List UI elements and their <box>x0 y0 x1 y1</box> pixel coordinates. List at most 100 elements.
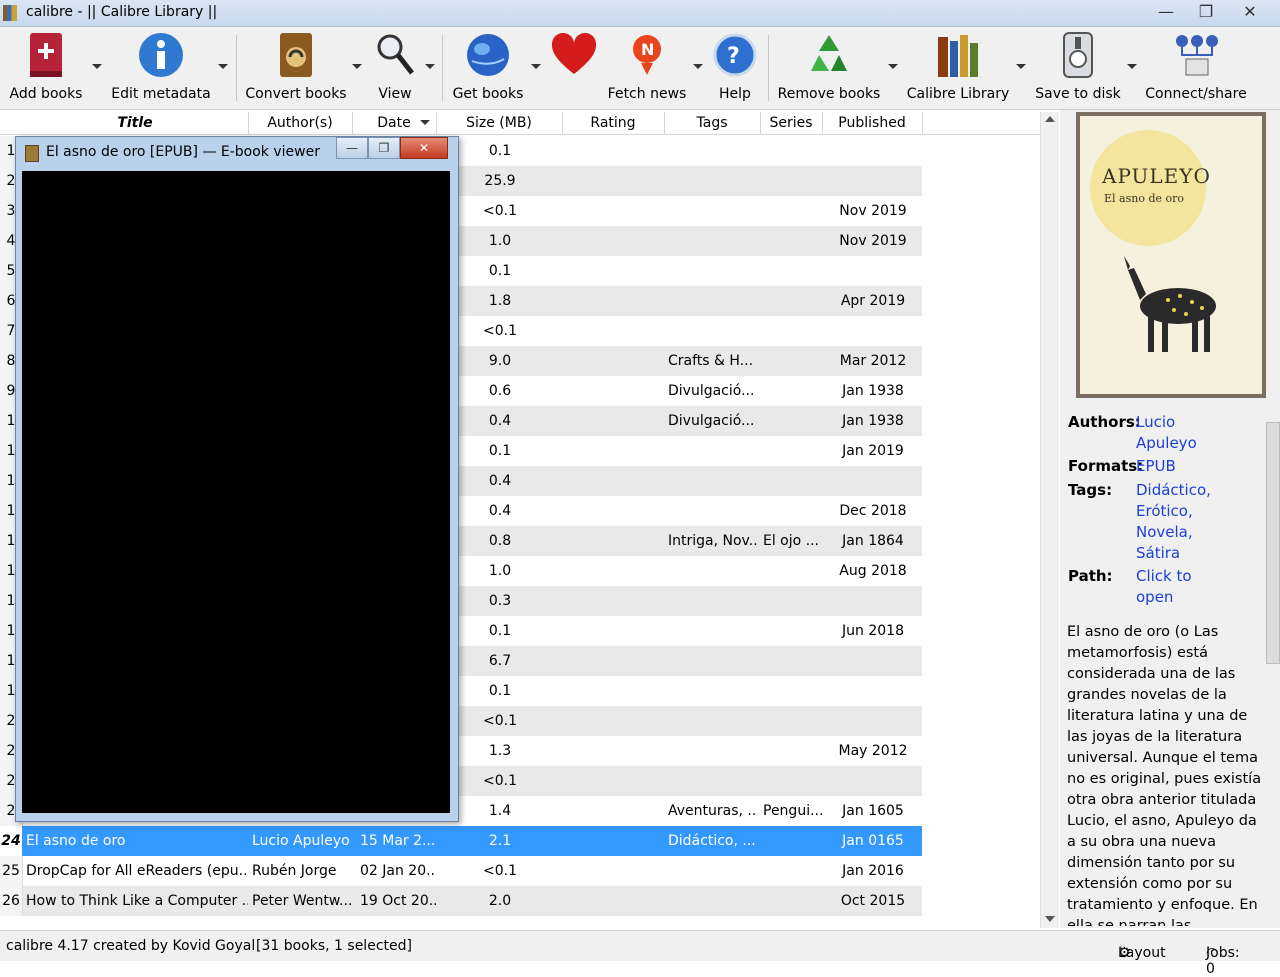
cell-published <box>824 766 922 796</box>
cell-series: El ojo ... <box>763 533 820 549</box>
close-button[interactable]: ✕ <box>1226 1 1274 21</box>
column-tags[interactable]: Tags <box>664 112 761 134</box>
globe-icon <box>464 30 512 80</box>
details-scrollbar[interactable] <box>1264 404 1280 928</box>
edit-metadata-dropdown[interactable] <box>218 64 228 69</box>
cell-author: Peter Wentw... <box>252 893 353 909</box>
author-link-first[interactable]: Lucio <box>1136 412 1175 433</box>
cell-published: Jan 1938 <box>842 413 904 429</box>
convert-books-button[interactable]: Convert books <box>244 27 348 107</box>
formats-label: Formats: <box>1068 457 1144 475</box>
cell-size: 2.0 <box>488 893 512 909</box>
viewer-app-icon <box>25 145 39 162</box>
tag-link[interactable]: Didáctico, <box>1136 480 1211 501</box>
table-row[interactable]: 26 How to Think Like a Computer ... Peter … <box>0 886 922 916</box>
cell-size: <0.1 <box>483 863 517 879</box>
get-books-button[interactable]: Get books <box>452 27 524 107</box>
column-date[interactable]: Date <box>352 112 437 134</box>
column-series[interactable]: Series <box>760 112 823 134</box>
convert-books-dropdown[interactable] <box>352 64 362 69</box>
remove-books-dropdown[interactable] <box>888 64 898 69</box>
path-link-line2[interactable]: open <box>1136 587 1173 608</box>
cell-series <box>763 856 823 886</box>
book-cover[interactable]: APULEYO El asno de oro <box>1076 112 1266 398</box>
help-icon: ? <box>711 30 759 80</box>
table-row[interactable]: 24 El asno de oro Lucio Apuleyo 15 Mar 2...… <box>0 826 922 856</box>
calibre-library-button[interactable]: Calibre Library <box>906 27 1010 107</box>
cell-tags <box>668 556 758 586</box>
info-icon <box>137 30 185 80</box>
column-published[interactable]: Published <box>822 112 923 134</box>
viewer-content-area[interactable] <box>22 171 450 813</box>
donate-button[interactable] <box>546 27 602 107</box>
cell-size: 2.1 <box>488 833 512 849</box>
book-list-scrollbar[interactable] <box>1040 112 1059 928</box>
path-link-line1[interactable]: Click to <box>1136 566 1192 587</box>
cell-tags <box>668 226 758 256</box>
maximize-button[interactable]: ❐ <box>1186 1 1226 21</box>
tag-link[interactable]: Sátira <box>1136 543 1180 564</box>
get-books-dropdown[interactable] <box>531 64 541 69</box>
column-authors[interactable]: Author(s) <box>248 112 353 134</box>
tag-link[interactable]: Novela, <box>1136 522 1193 543</box>
status-bar: calibre 4.17 created by Kovid Goyal [31 … <box>0 930 1280 977</box>
fetch-news-dropdown[interactable] <box>693 64 703 69</box>
view-button[interactable]: View <box>370 27 420 107</box>
convert-icon <box>272 30 320 80</box>
remove-books-button[interactable]: Remove books <box>776 27 882 107</box>
cell-tags: Intriga, Nov... <box>668 533 758 549</box>
book-details-pane: APULEYO El asno de oro Authors: Lucio Ap… <box>1060 110 1280 928</box>
cell-tags <box>668 616 758 646</box>
cell-tags: Divulgació... <box>668 383 755 399</box>
path-label: Path: <box>1068 567 1113 585</box>
cell-published: Dec 2018 <box>839 503 907 519</box>
cell-title: El asno de oro <box>26 833 126 849</box>
cell-tags <box>668 886 758 916</box>
fetch-news-button[interactable]: N Fetch news <box>606 27 688 107</box>
table-row[interactable]: 25 DropCap for All eReaders (epu... Rubén … <box>0 856 922 886</box>
scroll-up-icon[interactable] <box>1045 116 1055 122</box>
cell-series <box>763 826 823 856</box>
cell-tags <box>668 766 758 796</box>
viewer-minimize-button[interactable]: — <box>336 137 368 159</box>
row-number: 25 <box>0 856 23 886</box>
viewer-title: El asno de oro [EPUB] — E-book viewer <box>46 144 320 160</box>
cell-published <box>824 586 922 616</box>
cell-series <box>763 136 823 166</box>
minimize-button[interactable]: — <box>1146 1 1186 21</box>
view-dropdown[interactable] <box>425 64 435 69</box>
add-books-dropdown[interactable] <box>92 64 102 69</box>
heart-icon <box>550 30 598 80</box>
magnifier-icon <box>371 30 419 80</box>
cell-series <box>763 406 823 436</box>
save-to-disk-dropdown[interactable] <box>1127 64 1137 69</box>
viewer-maximize-button[interactable]: ❐ <box>368 137 400 159</box>
connect-share-button[interactable]: Connect/share <box>1144 27 1248 107</box>
cell-published <box>824 256 922 286</box>
help-button[interactable]: ? Help <box>710 27 760 107</box>
recycle-icon <box>805 30 853 80</box>
column-rating[interactable]: Rating <box>562 112 665 134</box>
save-to-disk-button[interactable]: Save to disk <box>1034 27 1122 107</box>
format-link-epub[interactable]: EPUB <box>1136 456 1176 477</box>
cell-published <box>824 676 922 706</box>
author-link-last[interactable]: Apuleyo <box>1136 433 1197 454</box>
cell-series <box>763 436 823 466</box>
add-books-button[interactable]: Add books <box>8 27 84 107</box>
ebook-viewer-window[interactable]: El asno de oro [EPUB] — E-book viewer — … <box>15 136 459 822</box>
column-size[interactable]: Size (MB) <box>436 112 563 134</box>
edit-metadata-button[interactable]: Edit metadata <box>110 27 212 107</box>
cell-tags <box>668 736 758 766</box>
calibre-library-dropdown[interactable] <box>1016 64 1026 69</box>
library-icon <box>934 30 982 80</box>
cell-tags <box>668 856 758 886</box>
news-icon: N <box>623 30 671 80</box>
tag-link[interactable]: Erótico, <box>1136 501 1193 522</box>
column-title[interactable]: Title <box>22 112 249 134</box>
tags-label: Tags: <box>1068 481 1113 499</box>
cell-published: Oct 2015 <box>840 893 906 909</box>
viewer-close-button[interactable]: ✕ <box>400 137 448 159</box>
authors-label: Authors: <box>1068 413 1141 431</box>
cell-published <box>824 706 922 736</box>
scroll-down-icon[interactable] <box>1045 916 1055 922</box>
